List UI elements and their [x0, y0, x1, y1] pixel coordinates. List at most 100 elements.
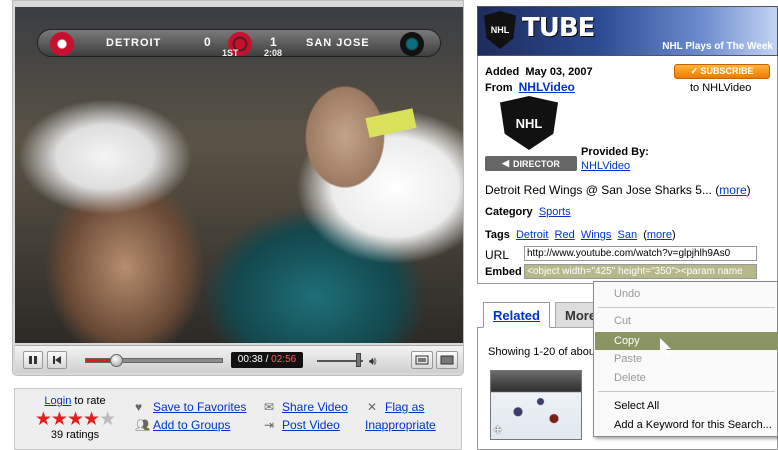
flag-video[interactable]: ✕ Flag as [367, 400, 424, 414]
rate-prompt: Login to rate [25, 395, 125, 407]
channel-tagline: NHL Plays of The Week [662, 41, 773, 52]
context-menu: Undo Cut Copy Paste Delete Select All Ad… [593, 281, 778, 437]
url-field[interactable]: http://www.youtube.com/watch?v=glpjhlh9A… [524, 246, 757, 261]
speaker-icon[interactable]: 🔊︎ [369, 354, 377, 369]
time-total: 02:56 [271, 354, 297, 365]
subscribe-button[interactable]: ✓ SUBSCRIBE [674, 64, 770, 79]
rating-block: Login to rate ★★★★★ 39 ratings [25, 395, 125, 441]
pause-button[interactable] [23, 351, 43, 369]
share-video[interactable]: ✉ Share Video [264, 400, 348, 414]
tags-row: Tags Detroit Red Wings San (more) [485, 229, 676, 241]
progress-scrubber[interactable] [109, 354, 123, 367]
description-row: Detroit Red Wings @ San Jose Sharks 5...… [485, 183, 751, 197]
star-icon[interactable]: ★ [67, 409, 84, 430]
detroit-logo-icon [50, 32, 74, 56]
heart-icon: ♥ [135, 400, 143, 414]
fullscreen-button[interactable] [436, 351, 458, 369]
tag-link[interactable]: San [618, 229, 638, 241]
video-info-box: Added May 03, 2007 From NHLVideo ✓ SUBSC… [477, 56, 778, 284]
star-icon[interactable]: ★ [83, 409, 100, 430]
flag-x-icon: ✕ [367, 400, 378, 414]
time-separator: / [265, 354, 269, 365]
pause-icon [29, 356, 37, 364]
login-link[interactable]: Login [44, 395, 71, 407]
scoreboard: DETROIT 0 1 1ST 2:08 SAN JOSE [37, 29, 441, 58]
period: 1ST [222, 48, 239, 58]
video-player: DETROIT 0 1 1ST 2:08 SAN JOSE 00:38 / 02… [12, 0, 464, 376]
director-badge: ◀ DIRECTOR [485, 156, 577, 171]
provided-by-link[interactable]: NHLVideo [581, 160, 630, 172]
add-to-groups-link[interactable]: Add to Groups [153, 418, 230, 432]
flag-video-line2[interactable]: Inappropriate [365, 418, 436, 432]
description-more-link[interactable]: more [719, 183, 746, 197]
video-frame[interactable]: DETROIT 0 1 1ST 2:08 SAN JOSE [15, 7, 463, 343]
envelope-icon: ✉ [264, 400, 275, 414]
away-score: 1 [270, 35, 277, 49]
post-video-link[interactable]: Post Video [282, 418, 340, 432]
save-to-favorites-link[interactable]: Save to Favorites [153, 400, 246, 414]
menu-separator [598, 391, 775, 392]
tags-more-link[interactable]: more [647, 229, 672, 241]
player-controls: 00:38 / 02:56 🔊︎ [15, 345, 463, 373]
star-empty-icon[interactable]: ★ [99, 409, 116, 430]
menu-select-all[interactable]: Select All [595, 397, 778, 415]
director-label: DIRECTOR [513, 158, 560, 169]
showing-count: Showing 1-20 of abou [488, 346, 596, 358]
menu-paste[interactable]: Paste [595, 350, 778, 368]
url-label: URL [485, 248, 510, 262]
post-icon: ⇥ [264, 418, 275, 432]
fullscreen-icon [440, 355, 454, 365]
away-team: SAN JOSE [306, 37, 370, 49]
menu-cut[interactable]: Cut [595, 312, 778, 330]
volume-knob[interactable] [356, 353, 361, 367]
flag-as-link[interactable]: Flag as [385, 400, 424, 414]
skip-back-icon [53, 356, 61, 364]
post-video[interactable]: ⇥ Post Video [264, 418, 340, 432]
added-date: May 03, 2007 [525, 66, 593, 78]
share-video-link[interactable]: Share Video [282, 400, 348, 414]
save-to-favorites[interactable]: ♥ Save to Favorites [135, 400, 246, 414]
tag-link[interactable]: Detroit [516, 229, 548, 241]
star-icon[interactable]: ★ [51, 409, 68, 430]
menu-undo[interactable]: Undo [595, 285, 778, 303]
add-quicklist-icon[interactable]: + [494, 422, 502, 437]
related-video-thumbnail[interactable]: + [490, 370, 582, 440]
from-label: From [485, 82, 513, 94]
normal-size-button[interactable] [411, 351, 433, 369]
megaphone-icon: ◀ [502, 158, 510, 168]
home-team: DETROIT [106, 37, 162, 49]
added-row: Added May 03, 2007 [485, 66, 593, 78]
provided-by-label: Provided By: [581, 146, 649, 158]
menu-separator [598, 307, 775, 308]
tag-link[interactable]: Wings [581, 229, 612, 241]
from-user-link[interactable]: NHLVideo [519, 80, 575, 94]
time-display: 00:38 / 02:56 [231, 352, 303, 368]
add-to-groups[interactable]: 👥︎ Add to Groups [135, 418, 230, 432]
tags-label: Tags [485, 229, 510, 241]
category-link[interactable]: Sports [539, 206, 571, 218]
inappropriate-link[interactable]: Inappropriate [365, 418, 436, 432]
menu-delete[interactable]: Delete [595, 369, 778, 387]
tag-link[interactable]: Red [555, 229, 575, 241]
channel-avatar[interactable]: NHL [500, 96, 558, 150]
avatar-label: NHL [515, 115, 543, 131]
time-current: 00:38 [237, 354, 263, 365]
subscribe-to: to NHLVideo [690, 82, 752, 94]
group-icon: 👥︎ [135, 418, 151, 432]
game-clock: 2:08 [264, 48, 283, 58]
star-rating[interactable]: ★★★★★ [25, 408, 125, 431]
shield-label: NHL [490, 25, 510, 35]
menu-add-keyword[interactable]: Add a Keyword for this Search... [595, 416, 778, 434]
channel-brand: TUBE [522, 13, 595, 43]
progress-bar[interactable] [85, 354, 223, 367]
menu-copy[interactable]: Copy [595, 332, 778, 350]
crowd-sign [365, 108, 417, 138]
restart-button[interactable] [47, 351, 67, 369]
added-label: Added [485, 66, 520, 78]
tab-related[interactable]: Related [483, 302, 550, 328]
star-icon[interactable]: ★ [35, 409, 52, 430]
embed-field[interactable]: <object width="425" height="350"><param … [524, 264, 757, 279]
home-score: 0 [204, 35, 211, 49]
nhl-shield-icon: NHL [484, 11, 516, 49]
channel-banner[interactable]: NHL TUBE NHL Plays of The Week [477, 6, 778, 56]
